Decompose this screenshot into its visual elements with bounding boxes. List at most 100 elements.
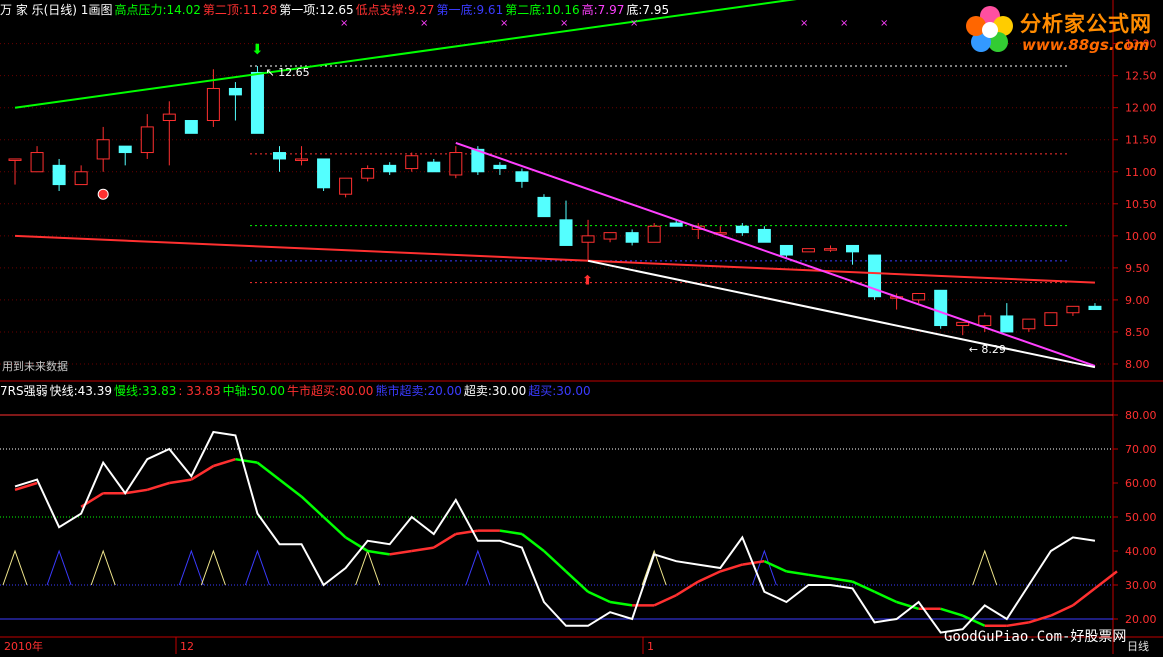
signal-triangle: [355, 549, 381, 586]
down-arrow-icon: ⬇: [251, 42, 263, 58]
cross-mark-icon: ×: [340, 18, 348, 29]
cross-mark-icon: ×: [630, 18, 638, 29]
candle-body: [162, 113, 176, 122]
slow-line-segment: [521, 533, 545, 552]
candle-body: [118, 145, 132, 154]
slow-line-segment: [169, 478, 192, 485]
candle-body: [74, 171, 88, 186]
slow-line-segment: [786, 570, 809, 577]
watermark: GoodGuPiao.Com-好股票网: [944, 629, 1127, 645]
slow-line-segment: [940, 607, 964, 617]
ind-item: 快线:43.39: [49, 384, 112, 398]
slow-line-segment: [587, 590, 611, 604]
candle-body: [823, 248, 837, 251]
site-logo[interactable]: 分析家公式网 www.88gs.com: [962, 2, 1162, 58]
cross-mark-icon: ×: [880, 18, 888, 29]
logo-title: 分析家公式网: [1020, 12, 1152, 36]
signal-triangle: [972, 549, 998, 586]
slow-line-segment: [367, 549, 390, 556]
candle-body: [625, 232, 639, 243]
slow-line-segment: [697, 570, 721, 583]
slow-line-segment: [1094, 570, 1118, 590]
candle-body: [493, 164, 507, 170]
candle-body: [8, 158, 22, 161]
slow-line-segment: [609, 600, 633, 607]
slow-line-segment: [675, 580, 699, 597]
rs-indicator-header: 7RS强弱 快线:43.39 慢线:33.83: 33.83 中轴:50.00 牛市超买…: [0, 384, 593, 398]
indicator-tick-label: 30.00: [1125, 579, 1157, 592]
candle-body: [559, 219, 573, 246]
candle-body: [735, 225, 749, 234]
hdr-item: 高点压力:14.02: [114, 3, 201, 17]
slow-line-segment: [719, 563, 743, 573]
candle-body: [30, 152, 44, 173]
slow-line-segment: [389, 549, 412, 556]
trend-line: [455, 141, 1096, 367]
slow-line-segment: [125, 488, 148, 495]
slow-line-segment: [763, 560, 787, 573]
slow-line-segment: [565, 570, 589, 593]
candle-body: [339, 177, 353, 195]
candle-body: [250, 71, 264, 134]
slow-line-segment: [322, 516, 347, 539]
candle-body: [317, 158, 331, 189]
hdr-item: 底:7.95: [626, 3, 670, 17]
signal-triangle: [751, 549, 777, 586]
hdr-item: 低点支撑:9.27: [355, 3, 435, 17]
stock-chart[interactable]: 8.00 8.50 9.00 9.50 10.00 10.50 11.00 11.50 12.0…: [0, 0, 1163, 654]
cross-mark-icon: ×: [420, 18, 428, 29]
hdr-item: 万 家 乐(日线) 1画图: [0, 3, 113, 17]
cross-mark-icon: ×: [500, 18, 508, 29]
slow-line-segment: [653, 594, 677, 607]
candle-body: [427, 161, 441, 173]
candle-body: [757, 228, 771, 243]
ind-item: 7RS强弱: [0, 384, 48, 398]
candle-body: [956, 321, 970, 327]
signal-triangle: [46, 549, 72, 586]
cross-mark-icon: ×: [800, 18, 808, 29]
main-indicator-header: 万 家 乐(日线) 1画图 高点压力:14.02 第二顶:11.28 第一项:12.6…: [0, 3, 671, 17]
slow-line-segment: [830, 576, 853, 583]
slow-line-segment: [278, 478, 303, 498]
hdr-item: 第一项:12.65: [279, 3, 354, 17]
indicator-tick-label: 80.00: [1125, 409, 1157, 422]
candle-body: [515, 171, 529, 182]
x-label: 1: [647, 640, 654, 653]
candle-body: [603, 232, 617, 240]
indicator-tick-label: 50.00: [1125, 511, 1157, 524]
flower-logo-icon: [966, 6, 1013, 52]
future-data-note: 用到未来数据: [2, 360, 68, 373]
ind-item: 超卖:30.00: [463, 384, 527, 398]
candle-body: [978, 315, 992, 327]
candle-body: [405, 155, 419, 170]
candle-body: [1066, 305, 1080, 314]
price-tick-label: 8.50: [1125, 326, 1150, 339]
indicator-tick-label: 60.00: [1125, 477, 1157, 490]
candle-body: [1088, 305, 1102, 311]
signal-triangle: [2, 549, 28, 586]
candle-body: [1022, 318, 1036, 330]
x-label: 2010年: [4, 639, 43, 653]
ind-item: 慢线:33.83: [114, 384, 177, 398]
price-tick-label: 10.00: [1125, 230, 1157, 243]
up-arrow-icon: ⬆: [582, 273, 593, 288]
candle-body: [934, 289, 948, 327]
ind-item: 熊市超卖:20.00: [375, 384, 462, 398]
slow-line-segment: [499, 529, 523, 536]
price-tick-label: 11.50: [1125, 134, 1157, 147]
ind-item: : 33.83: [178, 384, 221, 398]
candle-body: [184, 120, 198, 134]
price-tick-label: 12.00: [1125, 102, 1157, 115]
indicator-tick-label: 20.00: [1125, 613, 1157, 626]
price-tick-label: 8.00: [1125, 358, 1150, 371]
hdr-item: 高:7.97: [581, 3, 625, 17]
signal-triangle: [178, 549, 204, 586]
slow-line-segment: [300, 495, 325, 518]
period-label: 日线: [1127, 640, 1149, 653]
price-tick-label: 9.00: [1125, 294, 1150, 307]
hdr-item: 第二顶:11.28: [202, 3, 278, 17]
signal-triangle: [244, 549, 270, 586]
candle-body: [1044, 312, 1058, 327]
ind-item: 中轴:50.00: [222, 384, 286, 398]
price-tick-label: 9.50: [1125, 262, 1150, 275]
